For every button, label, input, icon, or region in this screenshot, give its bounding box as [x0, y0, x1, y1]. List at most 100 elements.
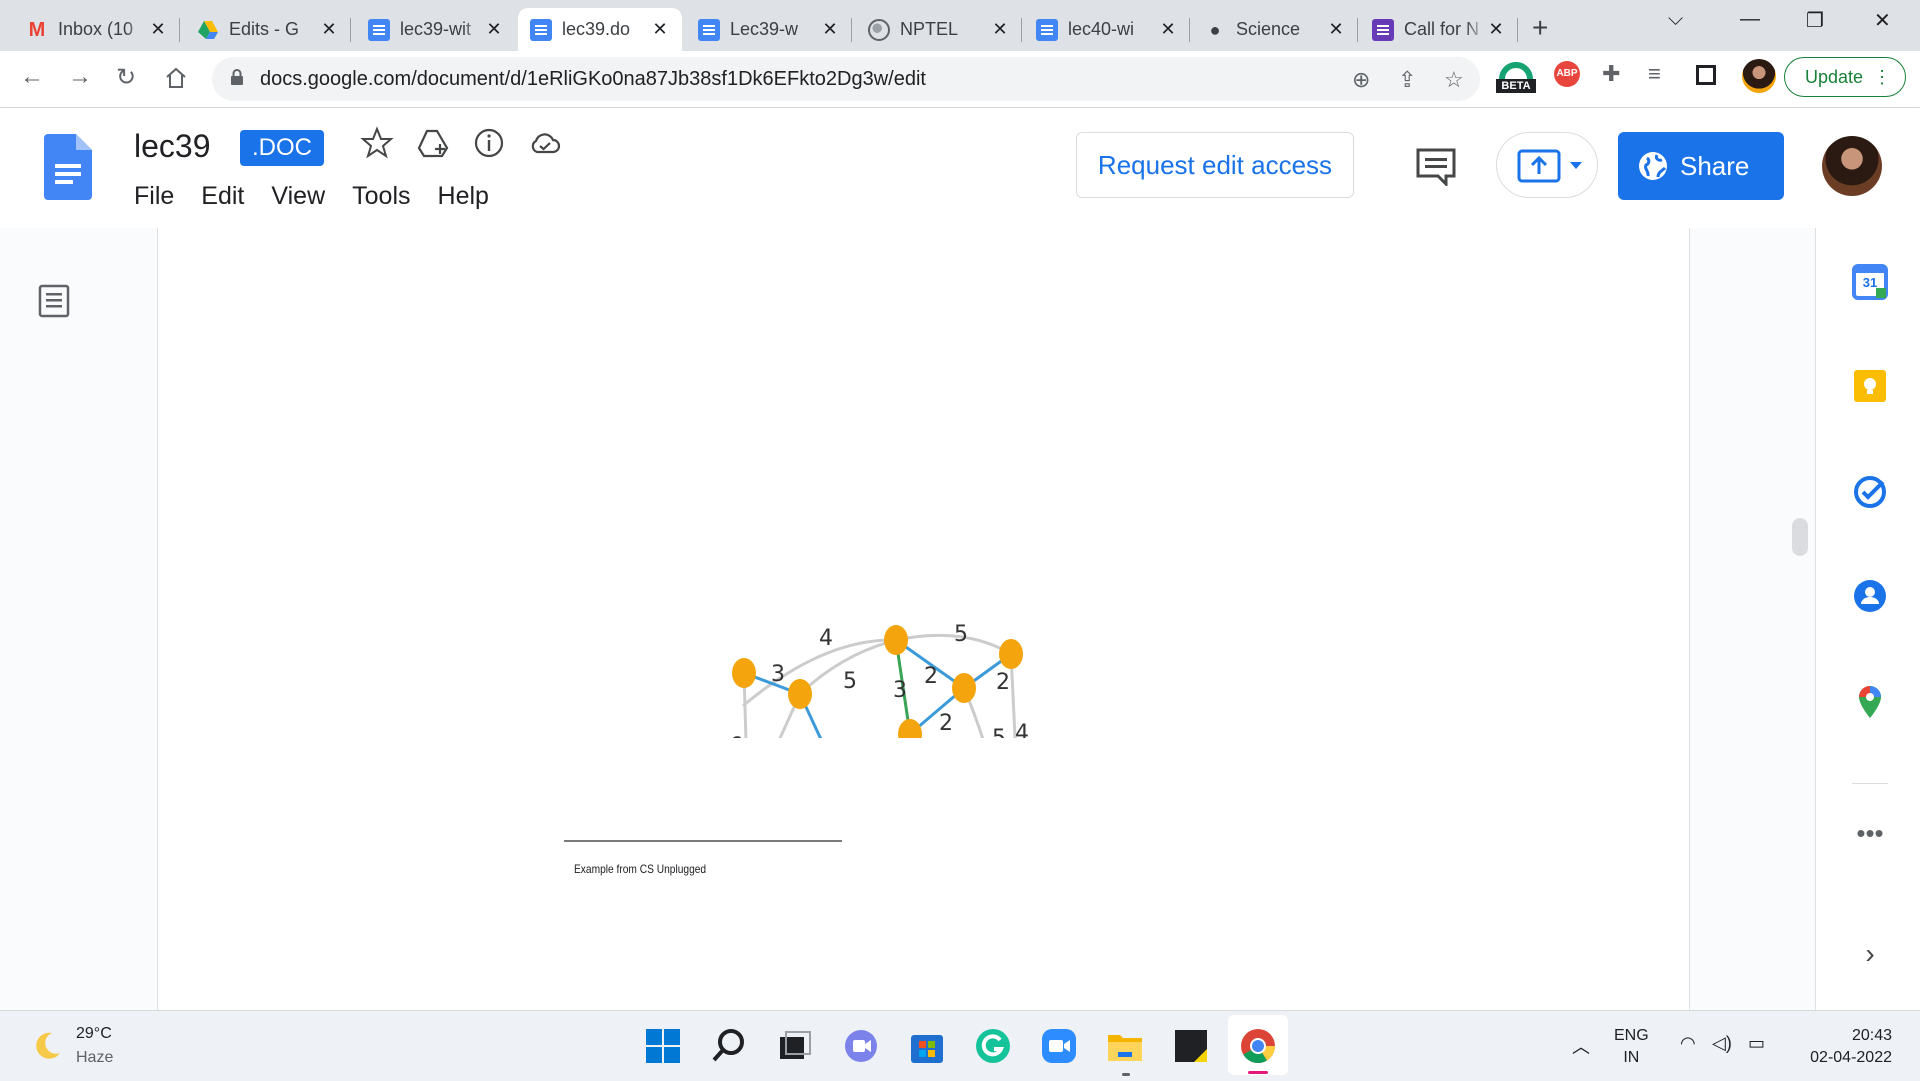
- update-button[interactable]: Update ⋮: [1784, 57, 1906, 97]
- close-icon[interactable]: ✕: [319, 19, 339, 40]
- tab-nptel[interactable]: NPTEL ✕: [856, 8, 1022, 51]
- menu-view[interactable]: View: [271, 182, 325, 211]
- beta-extension-icon[interactable]: BETA: [1496, 61, 1536, 99]
- tab-title: Lec39-w: [730, 19, 799, 39]
- volume-icon[interactable]: ◁): [1712, 1033, 1732, 1054]
- close-icon[interactable]: ✕: [148, 19, 168, 40]
- cloud-saved-icon[interactable]: [528, 126, 562, 160]
- tab-lec39-doc[interactable]: lec39.do ✕: [518, 8, 682, 51]
- side-panel: 31 ••• ›: [1815, 228, 1920, 1010]
- menu-help[interactable]: Help: [438, 182, 489, 211]
- teams-chat-icon[interactable]: [842, 1027, 880, 1065]
- search-icon[interactable]: [710, 1027, 748, 1065]
- zoom-icon[interactable]: ⊕: [1352, 67, 1370, 93]
- share-label: Share: [1680, 151, 1750, 181]
- weather-moon-icon[interactable]: [30, 1029, 64, 1063]
- tab-lec39-w[interactable]: Lec39-w ✕: [686, 8, 852, 51]
- close-icon[interactable]: ✕: [990, 19, 1010, 40]
- weather-temperature[interactable]: 29°C: [76, 1025, 112, 1043]
- keep-icon[interactable]: [1852, 368, 1888, 404]
- close-icon[interactable]: ✕: [1326, 19, 1346, 40]
- side-panel-icon[interactable]: [1696, 65, 1716, 85]
- input-language[interactable]: ENG IN: [1614, 1025, 1649, 1069]
- puzzle-icon[interactable]: ✚: [1602, 61, 1620, 87]
- weather-description[interactable]: Haze: [76, 1049, 113, 1067]
- bookmark-star-icon[interactable]: ☆: [1444, 67, 1464, 93]
- edge-weight-label: 4: [819, 626, 833, 651]
- windows-start-icon[interactable]: [644, 1027, 682, 1065]
- document-outline-icon[interactable]: [38, 284, 70, 318]
- menu-edit[interactable]: Edit: [201, 182, 244, 211]
- gmail-icon: M: [28, 18, 46, 41]
- tab-title: NPTEL: [900, 19, 959, 39]
- window-close-icon[interactable]: ✕: [1874, 8, 1891, 33]
- forward-icon[interactable]: →: [68, 63, 92, 91]
- wifi-icon[interactable]: ◠: [1680, 1033, 1696, 1054]
- new-tab-button[interactable]: +: [1532, 12, 1548, 44]
- restore-icon[interactable]: ❐: [1806, 8, 1824, 33]
- close-icon[interactable]: ✕: [820, 19, 840, 40]
- close-icon[interactable]: ✕: [1158, 19, 1178, 40]
- menu-file[interactable]: File: [134, 182, 174, 211]
- close-icon[interactable]: ✕: [484, 19, 504, 40]
- address-bar[interactable]: docs.google.com/document/d/1eRliGKo0na87…: [212, 57, 1480, 101]
- reading-list-icon[interactable]: ≡: [1648, 61, 1661, 87]
- tab-call-for[interactable]: Call for N ✕: [1360, 8, 1518, 51]
- doc-title[interactable]: lec39: [134, 128, 211, 165]
- present-icon: [1517, 149, 1561, 183]
- zoom-meetings-icon[interactable]: [1040, 1027, 1078, 1065]
- sticky-notes-icon[interactable]: [1172, 1027, 1210, 1065]
- grammarly-icon[interactable]: [974, 1027, 1012, 1065]
- profile-avatar[interactable]: [1742, 59, 1776, 93]
- tasks-icon[interactable]: [1852, 474, 1888, 510]
- more-icon[interactable]: •••: [1852, 818, 1888, 854]
- scrollbar-thumb[interactable]: [1792, 518, 1808, 556]
- share-button[interactable]: Share: [1618, 132, 1784, 200]
- share-page-icon[interactable]: ⇪: [1398, 67, 1416, 93]
- account-avatar[interactable]: [1822, 136, 1882, 196]
- chrome-icon[interactable]: [1239, 1027, 1277, 1065]
- reload-icon[interactable]: ↻: [116, 63, 136, 92]
- star-icon[interactable]: [360, 126, 394, 160]
- tab-divider: [179, 18, 180, 42]
- move-to-drive-icon[interactable]: [416, 126, 450, 160]
- lock-icon[interactable]: [230, 69, 244, 85]
- docs-icon: [368, 18, 390, 41]
- present-button[interactable]: [1496, 132, 1598, 198]
- request-edit-access-button[interactable]: Request edit access: [1076, 132, 1354, 198]
- document-page[interactable]: 4 5 3 5 3 2 2 6 4 2 2 5 4 6 4 3 3 5 Exam…: [157, 228, 1690, 1010]
- home-icon[interactable]: [164, 66, 188, 90]
- calendar-icon[interactable]: 31: [1852, 264, 1888, 300]
- show-hidden-icons-chevron-icon[interactable]: ︿: [1572, 1033, 1590, 1059]
- expand-panel-icon[interactable]: ›: [1852, 938, 1888, 974]
- microsoft-store-icon[interactable]: [908, 1027, 946, 1065]
- back-icon[interactable]: ←: [20, 63, 44, 91]
- minimize-icon[interactable]: —: [1740, 8, 1760, 31]
- comment-history-icon[interactable]: [1416, 148, 1456, 186]
- close-icon[interactable]: ✕: [650, 19, 670, 40]
- info-icon[interactable]: [472, 126, 506, 160]
- file-explorer-icon[interactable]: [1106, 1027, 1144, 1065]
- tab-science[interactable]: ● Science ✕: [1192, 8, 1358, 51]
- docs-icon: [1036, 18, 1058, 41]
- docs-logo-icon[interactable]: [44, 134, 92, 200]
- edge-weight-label: 2: [939, 711, 953, 736]
- tab-divider: [1189, 18, 1190, 42]
- calendar-day: 31: [1862, 275, 1878, 290]
- tab-lec39-wit[interactable]: lec39-wit ✕: [356, 8, 516, 51]
- system-clock[interactable]: 20:43 02-04-2022: [1794, 1025, 1892, 1069]
- adblock-icon[interactable]: ABP: [1554, 61, 1580, 87]
- url-text[interactable]: docs.google.com/document/d/1eRliGKo0na87…: [260, 68, 926, 91]
- menu-tools[interactable]: Tools: [352, 182, 410, 211]
- maps-icon[interactable]: [1852, 684, 1888, 720]
- tab-lec40[interactable]: lec40-wi ✕: [1024, 8, 1190, 51]
- tab-inbox[interactable]: M Inbox (10 ✕: [14, 8, 180, 51]
- task-view-icon[interactable]: [776, 1027, 814, 1065]
- dropdown-arrow-icon: [1570, 162, 1582, 169]
- battery-icon[interactable]: ▭: [1748, 1033, 1765, 1054]
- graph-node: [898, 719, 922, 738]
- tab-search-chevron-icon[interactable]: ⌵: [1668, 8, 1683, 31]
- contacts-icon[interactable]: [1852, 578, 1888, 614]
- tab-edits[interactable]: Edits - G ✕: [185, 8, 351, 51]
- close-icon[interactable]: ✕: [1486, 19, 1506, 40]
